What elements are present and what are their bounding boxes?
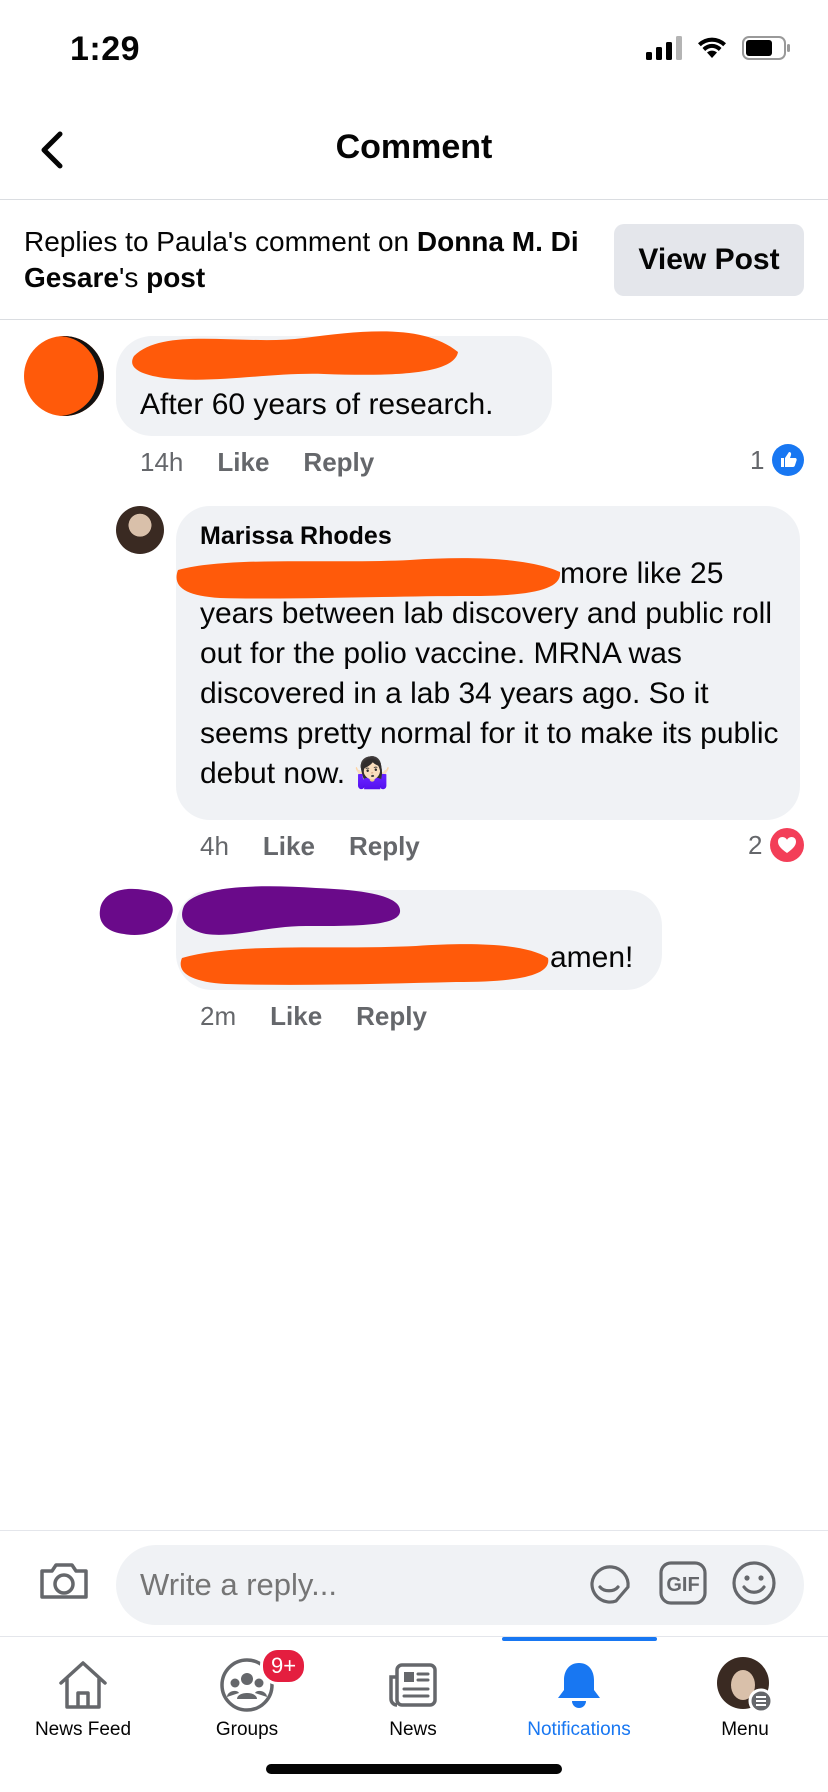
like-button[interactable]: Like xyxy=(270,1001,322,1032)
post-word[interactable]: post xyxy=(146,262,205,293)
reply-button[interactable]: Reply xyxy=(349,831,420,862)
avatar[interactable] xyxy=(116,506,164,554)
reaction-summary[interactable]: 1 xyxy=(750,444,805,476)
camera-button[interactable] xyxy=(36,1553,92,1609)
tab-label: Menu xyxy=(721,1719,769,1740)
comment-time: 4h xyxy=(200,831,229,861)
view-post-button[interactable]: View Post xyxy=(614,224,804,296)
like-reaction-icon xyxy=(772,444,805,476)
reaction-count: 1 xyxy=(750,444,765,475)
page-title: Comment xyxy=(335,128,493,166)
redaction-scribble xyxy=(182,886,401,935)
reply-button[interactable]: Reply xyxy=(303,447,374,478)
comment-text: amen! xyxy=(550,941,634,974)
wifi-icon xyxy=(698,37,726,58)
sticker-icon[interactable] xyxy=(586,1559,634,1607)
context-bar: Replies to Paula's comment on Donna M. D… xyxy=(0,200,828,320)
tab-news[interactable]: News xyxy=(330,1637,496,1757)
reaction-summary[interactable]: 2 xyxy=(748,828,805,862)
home-indicator xyxy=(266,1764,562,1774)
notification-badge: 9+ xyxy=(260,1647,308,1685)
comment-text-line1: more like 25 xyxy=(560,557,724,590)
reply-composer: GIF xyxy=(0,1530,828,1636)
comment-text: years between lab discovery and public r… xyxy=(200,597,779,790)
home-icon xyxy=(59,1661,107,1709)
context-prefix: Replies to Paula's comment on xyxy=(24,226,417,257)
status-icons xyxy=(646,36,792,60)
battery-icon xyxy=(742,36,790,60)
camera-icon xyxy=(40,1563,88,1599)
comment-meta: 2m Like Reply xyxy=(200,1001,427,1032)
tab-label: Groups xyxy=(215,1719,279,1740)
svg-text:GIF: GIF xyxy=(666,1574,699,1596)
tab-news-feed[interactable]: News Feed xyxy=(0,1637,166,1757)
tab-label: Notifications xyxy=(527,1719,631,1740)
gif-icon[interactable]: GIF xyxy=(658,1559,708,1607)
reaction-count: 2 xyxy=(748,829,763,860)
reply-button[interactable]: Reply xyxy=(356,1001,427,1032)
tab-menu[interactable]: Menu xyxy=(662,1637,828,1757)
comment-time: 2m xyxy=(200,1001,237,1031)
like-button[interactable]: Like xyxy=(263,831,315,862)
love-reaction-icon xyxy=(770,828,805,862)
tab-label: News xyxy=(389,1719,437,1740)
redaction-scribble-avatar xyxy=(99,888,173,936)
header: Comment xyxy=(0,100,828,200)
tab-label: News Feed xyxy=(34,1719,132,1740)
status-time: 1:29 xyxy=(70,30,141,68)
comment-author[interactable]: Marissa Rhodes xyxy=(200,522,392,551)
emoji-icon[interactable] xyxy=(730,1559,778,1607)
comment-time: 14h xyxy=(140,447,184,477)
comment-meta: 4h Like Reply xyxy=(200,831,420,862)
avatar[interactable] xyxy=(24,336,104,416)
like-button[interactable]: Like xyxy=(217,447,269,478)
bell-icon xyxy=(558,1663,600,1708)
status-bar: 1:29 xyxy=(0,0,828,100)
comment-meta: 14h Like Reply xyxy=(140,447,374,478)
news-icon xyxy=(389,1663,437,1707)
context-text: Replies to Paula's comment on Donna M. D… xyxy=(24,224,604,296)
comment-text: After 60 years of research. xyxy=(140,388,494,421)
redaction-scribble xyxy=(132,331,458,380)
redaction-scribble xyxy=(180,944,549,985)
signal-icon xyxy=(646,36,682,60)
context-suffix: 's xyxy=(118,262,147,293)
profile-avatar xyxy=(717,1657,774,1714)
tab-groups[interactable]: Groups xyxy=(164,1637,330,1757)
tab-notifications[interactable]: Notifications xyxy=(496,1637,662,1757)
